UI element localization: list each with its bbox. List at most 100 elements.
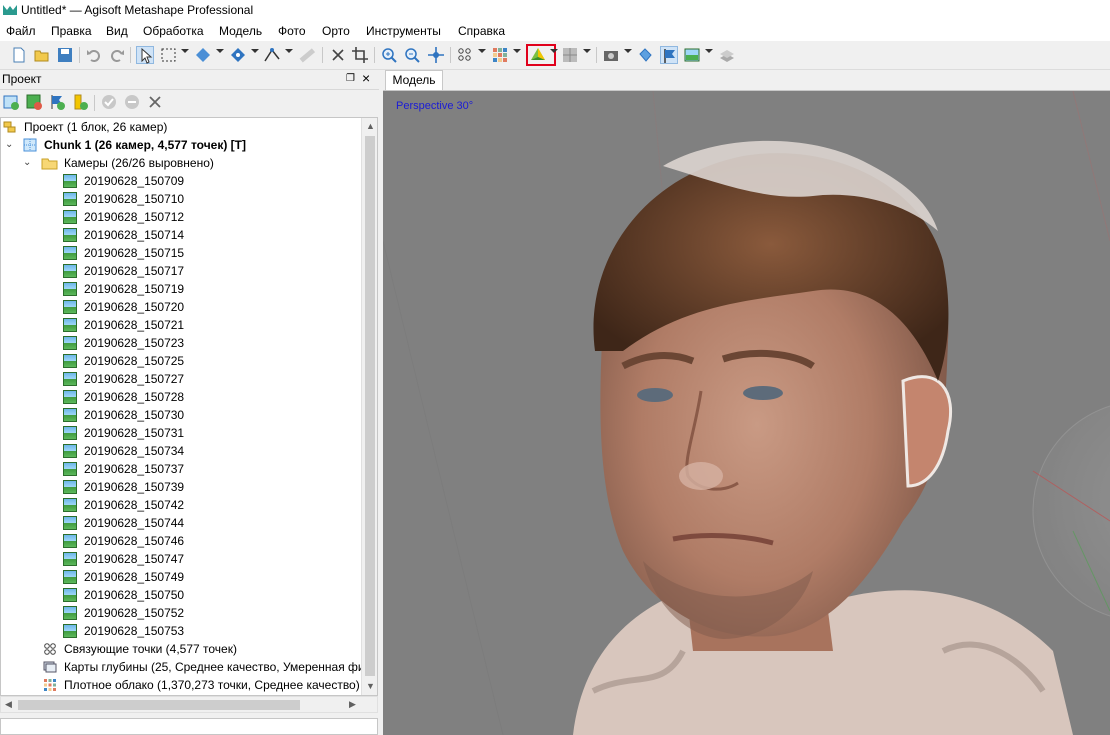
draw-polyline-icon[interactable] <box>263 46 281 64</box>
show-markers-icon[interactable] <box>636 46 654 64</box>
scroll-thumb[interactable] <box>18 700 300 710</box>
camera-label: 20190628_150728 <box>84 390 185 404</box>
tree-horizontal-scrollbar[interactable]: ◀ ▶ <box>0 696 378 713</box>
undo-icon[interactable] <box>85 46 103 64</box>
model-render <box>383 91 1110 735</box>
dense-cloud-icon[interactable] <box>491 46 509 64</box>
reset-view-icon[interactable] <box>427 46 445 64</box>
photo-icon <box>63 570 77 584</box>
resize-region-icon[interactable] <box>194 46 212 64</box>
scroll-left-icon[interactable]: ◀ <box>5 699 12 710</box>
add-photos-icon[interactable] <box>25 93 43 111</box>
scroll-up-icon[interactable]: ▲ <box>366 121 375 131</box>
photo-icon <box>63 336 77 350</box>
new-icon[interactable] <box>10 46 28 64</box>
tab-model[interactable]: Модель <box>385 70 443 90</box>
tree-chunk-label: Chunk 1 (26 камер, 4,577 точек) [T] <box>44 138 246 152</box>
show-images-icon[interactable] <box>683 46 701 64</box>
camera-label: 20190628_150727 <box>84 372 185 386</box>
zoom-out-icon[interactable] <box>403 46 421 64</box>
close-icon[interactable]: × <box>362 70 370 86</box>
camera-label: 20190628_150752 <box>84 606 185 620</box>
camera-label: 20190628_150737 <box>84 462 185 476</box>
remove-icon[interactable] <box>146 93 164 111</box>
view-tabbar: Модель <box>383 70 1110 91</box>
menu-photo[interactable]: Фото <box>278 24 306 38</box>
photo-icon <box>63 426 77 440</box>
photo-icon <box>63 300 77 314</box>
delete-icon[interactable] <box>329 46 347 64</box>
photo-icon <box>63 264 77 278</box>
save-icon[interactable] <box>56 46 74 64</box>
rotate-object-icon[interactable] <box>229 46 247 64</box>
camera-label: 20190628_150723 <box>84 336 185 350</box>
folder-icon <box>41 158 58 170</box>
show-shapes-icon[interactable] <box>660 46 678 64</box>
metashape-logo-icon <box>3 5 17 15</box>
camera-label: 20190628_150714 <box>84 228 185 242</box>
tree-tie-points-label: Связующие точки (4,577 точек) <box>64 642 237 656</box>
menu-tools[interactable]: Инструменты <box>366 24 441 38</box>
disable-icon[interactable] <box>123 93 141 111</box>
photo-icon <box>63 498 77 512</box>
photo-icon <box>63 534 77 548</box>
navigation-icon[interactable] <box>136 46 154 64</box>
model-shaded-icon[interactable] <box>526 44 556 66</box>
undock-icon[interactable]: ❐ <box>346 73 355 84</box>
point-cloud-icon <box>44 643 56 655</box>
ruler-icon[interactable] <box>298 46 316 64</box>
crop-icon[interactable] <box>351 46 369 64</box>
photo-icon <box>63 606 77 620</box>
expand-chevron-icon[interactable]: ⌄ <box>5 136 13 154</box>
project-panel-header: Проект ❐ × <box>0 70 379 90</box>
tree-dense-cloud-label: Плотное облако (1,370,273 точки, Среднее… <box>64 678 360 692</box>
scroll-thumb[interactable] <box>365 136 375 676</box>
camera-label: 20190628_150721 <box>84 318 185 332</box>
photo-icon <box>63 282 77 296</box>
menu-view[interactable]: Вид <box>106 24 128 38</box>
depth-maps-icon <box>43 661 57 673</box>
menu-workflow[interactable]: Обработка <box>143 24 204 38</box>
redo-icon[interactable] <box>108 46 126 64</box>
model-viewport[interactable]: Perspective 30° <box>383 91 1110 735</box>
open-icon[interactable] <box>33 46 51 64</box>
project-panel-toolbar <box>0 90 379 116</box>
camera-label: 20190628_150731 <box>84 426 185 440</box>
show-region-icon[interactable] <box>718 46 736 64</box>
scroll-right-icon[interactable]: ▶ <box>349 699 356 710</box>
tree-depth-maps-label: Карты глубины (25, Среднее качество, Уме… <box>64 660 368 674</box>
tree-vertical-scrollbar[interactable]: ▲ ▼ <box>361 118 377 695</box>
rectangle-selection-icon[interactable] <box>160 46 178 64</box>
add-chunk-icon[interactable] <box>2 93 20 111</box>
menu-ortho[interactable]: Орто <box>322 24 350 38</box>
menu-model[interactable]: Модель <box>219 24 262 38</box>
photo-icon <box>63 210 77 224</box>
expand-chevron-icon[interactable]: ⌄ <box>23 154 31 172</box>
camera-label: 20190628_150725 <box>84 354 185 368</box>
photo-icon <box>63 516 77 530</box>
camera-label: 20190628_150719 <box>84 282 185 296</box>
title-bar: Untitled* — Agisoft Metashape Profession… <box>0 0 1110 21</box>
photo-icon <box>63 444 77 458</box>
main-toolbar <box>0 41 1110 70</box>
tree-cameras-label: Камеры (26/26 выровнено) <box>64 156 214 170</box>
add-markers-icon[interactable] <box>48 93 66 111</box>
scroll-down-icon[interactable]: ▼ <box>366 681 375 691</box>
show-cameras-icon[interactable] <box>602 46 620 64</box>
project-panel-title: Проект <box>2 72 42 86</box>
add-scalebar-icon[interactable] <box>71 93 89 111</box>
properties-pane <box>0 718 378 735</box>
menu-file[interactable]: Файл <box>6 24 36 38</box>
project-tree: Проект (1 блок, 26 камер) ⌄ Chunk 1 (26 … <box>0 117 378 696</box>
menu-help[interactable]: Справка <box>458 24 505 38</box>
camera-label: 20190628_150712 <box>84 210 185 224</box>
photo-icon <box>63 390 77 404</box>
enable-icon[interactable] <box>100 93 118 111</box>
point-cloud-icon[interactable] <box>456 46 474 64</box>
menu-edit[interactable]: Правка <box>51 24 92 38</box>
chunk-icon <box>23 138 37 152</box>
photo-icon <box>63 480 77 494</box>
zoom-in-icon[interactable] <box>380 46 398 64</box>
tiled-model-icon[interactable] <box>561 46 579 64</box>
menu-bar: Файл Правка Вид Обработка Модель Фото Ор… <box>0 21 1110 41</box>
